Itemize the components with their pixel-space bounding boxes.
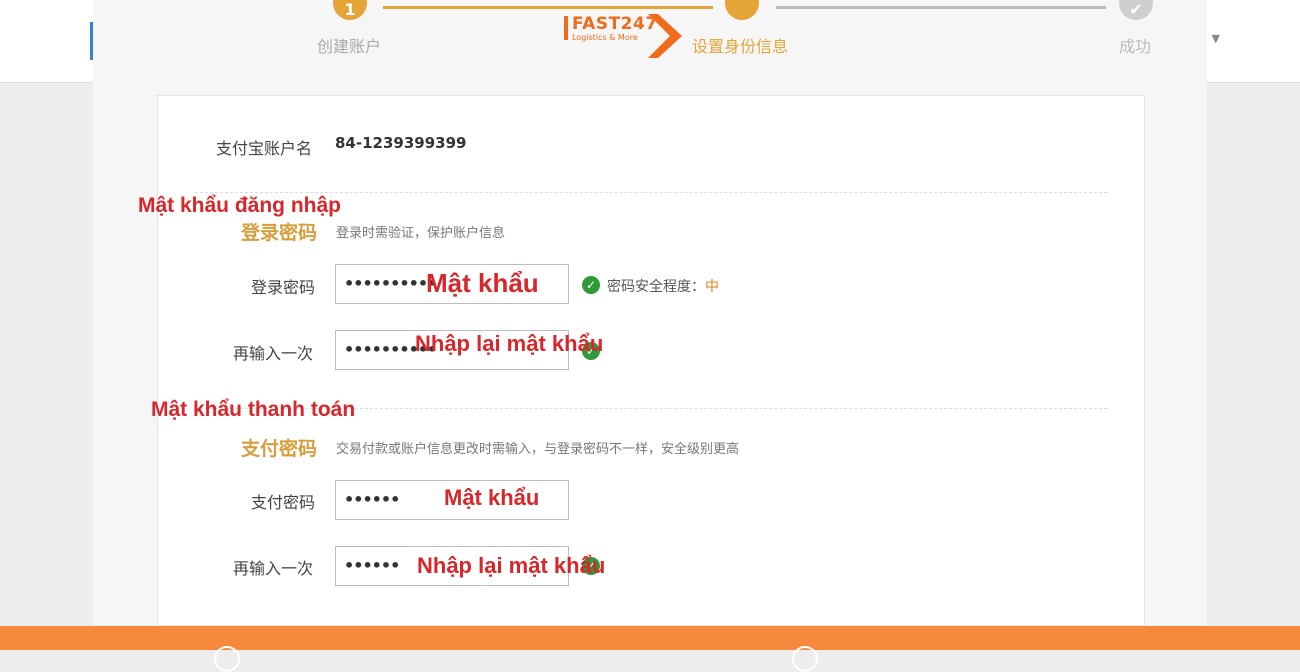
progress-line-todo (776, 6, 1106, 9)
strength-level: 中 (705, 279, 719, 295)
annotation-payment-heading: Mật khẩu thanh toán (151, 398, 356, 421)
fast247-logo: FAST247 Logistics & More (562, 12, 686, 60)
login-password-label: 登录密码 (251, 278, 316, 297)
login-section-title: 登录密码 (241, 222, 318, 244)
footer-bar (0, 626, 1300, 650)
strength-label: 密码安全程度： (607, 279, 705, 295)
annotation-login-password: Mật khẩu (426, 268, 539, 298)
account-value: 84-1239399399 (335, 134, 467, 152)
annotation-login-heading: Mật khẩu đăng nhập (138, 194, 342, 217)
chevron-down-icon: ▼ (1211, 32, 1220, 45)
check-icon: ✓ (582, 276, 600, 294)
step-3-label: 成功 (1119, 37, 1152, 56)
annotation-login-confirm: Nhập lại mật khẩu (415, 331, 604, 356)
payment-section-desc: 交易付款或账户信息更改时需输入，与登录密码不一样，安全级别更高 (336, 442, 740, 457)
step-3-marker: ✔ (1119, 0, 1153, 20)
step-2-label: 设置身份信息 (692, 37, 789, 56)
account-label: 支付宝账户名 (216, 139, 313, 158)
logo-name: FAST247 (572, 14, 658, 34)
logo-tagline: Logistics & More (572, 33, 638, 42)
password-mask: •••••• (344, 490, 400, 509)
progress-line-done (383, 6, 713, 9)
login-section-desc: 登录时需验证，保护账户信息 (336, 226, 506, 241)
arrow-logo-icon (648, 14, 682, 58)
password-mask: •••••• (344, 556, 400, 575)
payment-confirm-label: 再输入一次 (233, 559, 314, 578)
annotation-payment-confirm: Nhập lại mật khẩu (417, 553, 606, 578)
divider (195, 192, 1107, 193)
password-mask: •••••••••• (344, 274, 437, 293)
payment-password-label: 支付密码 (251, 493, 316, 512)
step-1-marker: 1 (333, 0, 367, 20)
step-1-label: 创建账户 (317, 37, 382, 56)
password-strength: 密码安全程度：中 (607, 276, 719, 296)
check-icon: ✔ (1129, 0, 1143, 19)
payment-section-title: 支付密码 (241, 438, 318, 460)
annotation-payment-password: Mật khẩu (444, 485, 540, 510)
logo-bar (564, 16, 568, 40)
login-confirm-label: 再输入一次 (233, 344, 314, 363)
step-2-marker (725, 0, 759, 20)
